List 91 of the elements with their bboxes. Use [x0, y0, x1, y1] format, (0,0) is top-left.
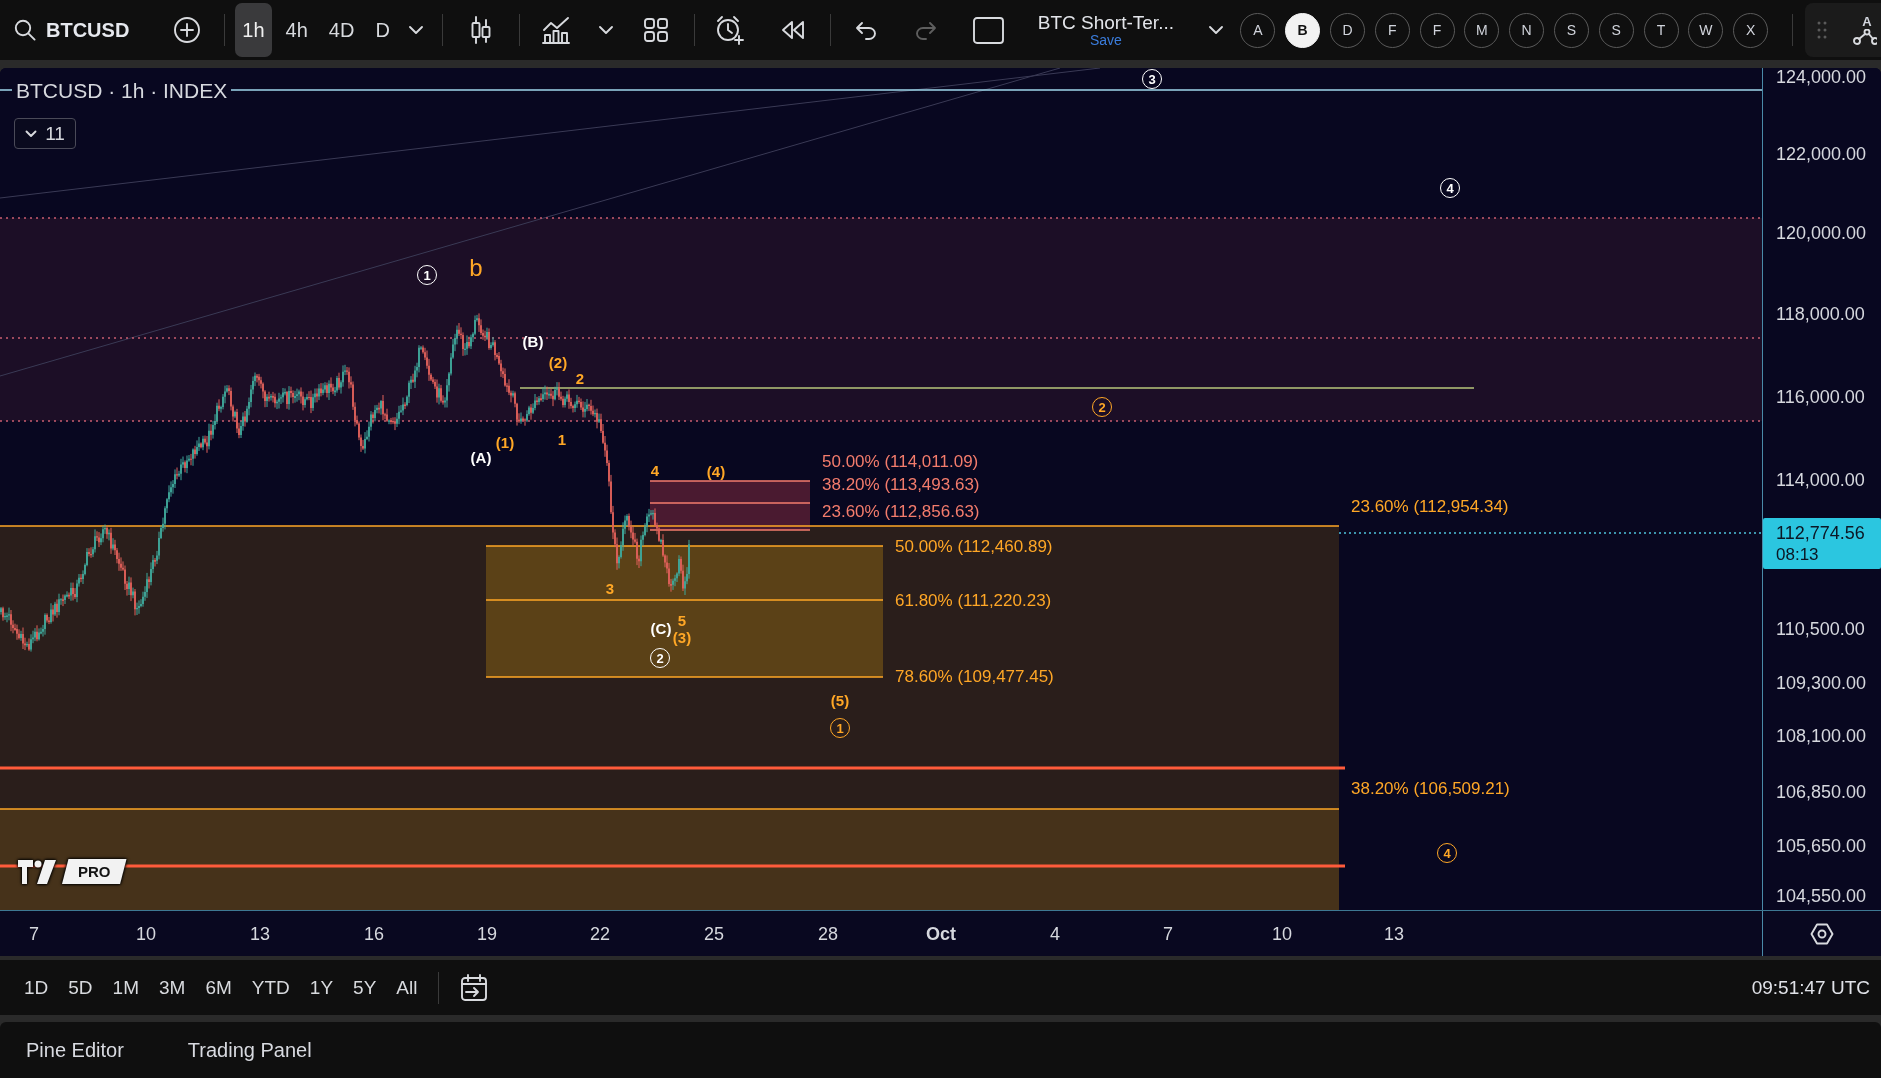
calendar-icon[interactable] — [460, 973, 489, 1002]
date-range-tab[interactable]: 3M — [149, 967, 196, 1008]
undo-icon[interactable] — [853, 20, 878, 40]
fib-level-label: 23.60% (112,856.63) — [822, 502, 980, 520]
wave-label: (B) — [522, 333, 544, 349]
pro-badge: PRO — [62, 859, 127, 884]
date-label: Oct — [926, 924, 956, 943]
fib-level-label: 50.00% (114,011.09) — [822, 452, 979, 470]
date-label: 4 — [1050, 924, 1060, 943]
price-label: 124,000.00 — [1776, 68, 1867, 86]
drag-handle-icon[interactable] — [1817, 20, 1828, 40]
nodes-icon[interactable] — [1853, 29, 1878, 46]
date-range-tab[interactable]: 1Y — [299, 967, 344, 1008]
square-icon[interactable] — [972, 16, 1004, 44]
wave-label: 5 — [677, 612, 687, 628]
date-range-tab[interactable]: 1D — [14, 967, 59, 1008]
price-label: 108,100.00 — [1776, 727, 1867, 745]
rewind-icon[interactable] — [779, 20, 806, 40]
date-range-tab[interactable]: 6M — [195, 967, 242, 1008]
price-label: 105,650.00 — [1776, 837, 1867, 855]
save-link[interactable]: Save — [1089, 32, 1122, 49]
wave-label: 3 — [605, 580, 615, 596]
wave-label: 4 — [650, 462, 660, 478]
chevron-down-icon — [25, 129, 38, 138]
fib-level-label: 61.80% (111,220.23) — [895, 591, 1052, 609]
chevron-down-icon[interactable] — [597, 25, 614, 35]
panel-tab[interactable]: Pine Editor — [0, 1028, 150, 1072]
chevron-down-icon[interactable] — [407, 25, 424, 35]
grid-icon[interactable] — [643, 18, 668, 42]
icon-letter[interactable]: A — [1862, 14, 1872, 30]
price-label: 118,000.00 — [1776, 305, 1865, 323]
date-range-tab[interactable]: YTD — [241, 967, 300, 1008]
layout-name[interactable]: BTC Short-Ter... — [1037, 11, 1174, 33]
wave-label: 2 — [575, 370, 585, 386]
wave-label: (2) — [548, 354, 568, 370]
interval-tab[interactable]: 4D — [321, 3, 362, 57]
letter-button[interactable]: B — [1285, 12, 1321, 48]
logo-icon — [18, 859, 56, 884]
fib-level-label: 50.00% (112,460.89) — [895, 537, 1053, 555]
wave-label: (C) — [650, 620, 672, 636]
price-label: 116,000.00 — [1776, 388, 1865, 406]
price-label: 114,000.00 — [1776, 471, 1865, 489]
redo-icon[interactable] — [913, 20, 938, 40]
fib-level-label: 78.60% (109,477.45) — [895, 667, 1054, 685]
wave-label: (3) — [672, 629, 692, 645]
date-range-tab[interactable]: 5D — [58, 967, 103, 1008]
interval-tab[interactable]: 1h — [235, 3, 272, 57]
date-range-tab[interactable]: 5Y — [343, 967, 387, 1008]
indicators-toggle-button[interactable]: 11 — [14, 118, 76, 149]
utc-clock: 09:51:47 UTC — [1751, 976, 1870, 999]
price-label: 106,850.00 — [1776, 783, 1867, 801]
date-label: 7 — [29, 924, 39, 943]
interval-tab[interactable]: D — [368, 3, 397, 57]
price-label: 109,300.00 — [1776, 674, 1867, 692]
wave-label: 1 — [557, 431, 567, 447]
settings-icon[interactable] — [1810, 922, 1834, 945]
interval-tab[interactable]: 4h — [278, 3, 315, 57]
date-range-tab[interactable]: 1M — [102, 967, 149, 1008]
price-label: 104,550.00 — [1776, 887, 1867, 905]
symbol-name[interactable]: BTCUSD — [46, 18, 130, 42]
current-price: 112,774.56 — [1776, 522, 1866, 544]
date-label: 13 — [1384, 924, 1404, 943]
price-label: 122,000.00 — [1776, 145, 1867, 163]
add-icon[interactable] — [174, 17, 201, 43]
date-label: 16 — [364, 924, 384, 943]
fib-level-label: 38.20% (113,493.63) — [822, 475, 980, 493]
wave-label: (1) — [495, 434, 515, 450]
chevron-down-icon[interactable] — [1207, 25, 1224, 35]
date-label: 13 — [250, 924, 270, 943]
wave-label: b — [469, 256, 483, 280]
search-icon[interactable] — [14, 19, 36, 41]
alarm-clock-icon[interactable] — [714, 15, 745, 45]
chart-bars-icon[interactable] — [540, 16, 571, 44]
price-label: 110,500.00 — [1776, 620, 1865, 638]
wave-label: (A) — [470, 449, 492, 465]
countdown-timer: 08:13 — [1776, 544, 1820, 565]
price-label: 120,000.00 — [1776, 224, 1867, 242]
fib-level-label: 38.20% (106,509.21) — [1351, 779, 1510, 797]
date-label: 10 — [136, 924, 156, 943]
date-label: 22 — [590, 924, 610, 943]
wave-label: (5) — [830, 692, 850, 708]
date-label: 19 — [477, 924, 497, 943]
date-label: 28 — [818, 924, 838, 943]
panel-tab[interactable]: Trading Panel — [161, 1028, 338, 1072]
fib-level-label: 23.60% (112,954.34) — [1351, 497, 1509, 515]
date-label: 7 — [1163, 924, 1173, 943]
candles-icon[interactable] — [469, 16, 492, 44]
date-range-tab[interactable]: All — [386, 967, 428, 1008]
date-label: 10 — [1272, 924, 1292, 943]
wave-label: (4) — [706, 463, 726, 479]
date-label: 25 — [704, 924, 724, 943]
